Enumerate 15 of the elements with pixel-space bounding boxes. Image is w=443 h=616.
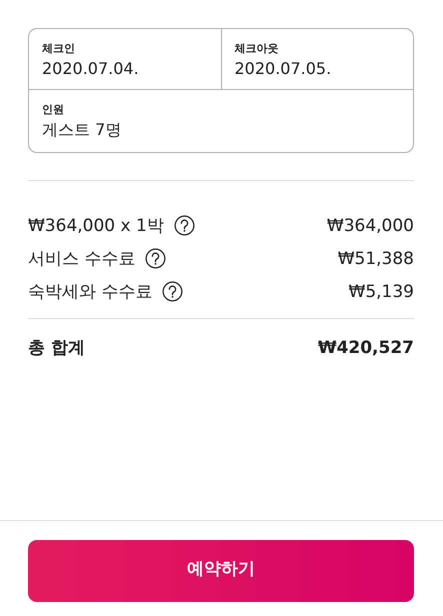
help-icon[interactable] (162, 281, 184, 302)
check-out-field[interactable]: 체크아웃 2020.07.05. (222, 29, 413, 89)
total-label: 총 합계 (28, 337, 85, 359)
total-amount: ₩420,527 (318, 338, 414, 358)
price-label: ₩364,000 x 1박 (28, 215, 164, 237)
price-amount: ₩364,000 (326, 216, 414, 236)
help-icon[interactable] (145, 248, 166, 269)
price-amount: ₩51,388 (338, 248, 414, 268)
check-in-field[interactable]: 체크인 2020.07.04. (29, 29, 222, 89)
reserve-button[interactable]: 예약하기 (28, 540, 414, 602)
price-label: 숙박세와 수수료 (28, 281, 152, 303)
guests-field[interactable]: 인원 게스트 7명 (29, 90, 413, 152)
price-amount: ₩5,139 (348, 282, 414, 302)
price-label: 서비스 수수료 (28, 248, 136, 270)
help-icon[interactable] (174, 215, 195, 236)
